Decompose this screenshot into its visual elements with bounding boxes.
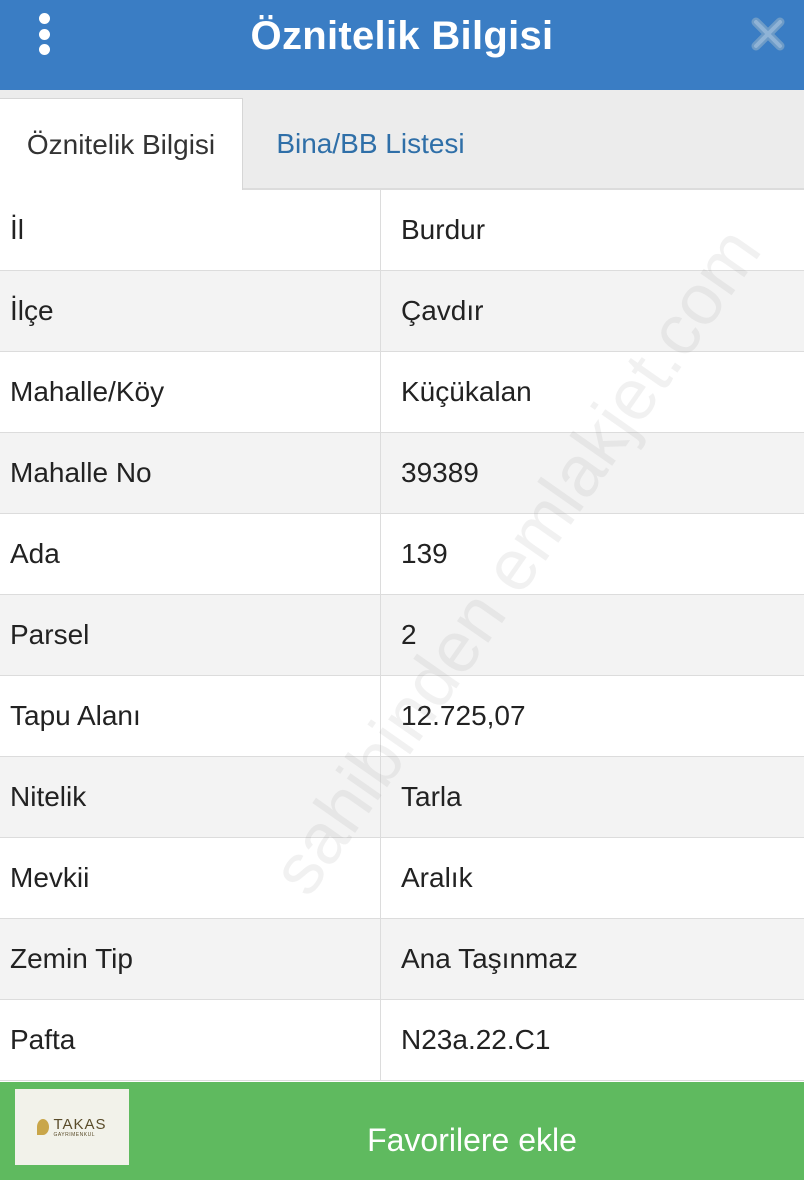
table-row: Nitelik Tarla xyxy=(0,757,804,838)
add-to-favorites-button[interactable]: Favorilere ekle xyxy=(130,1082,804,1180)
table-row: Ada 139 xyxy=(0,514,804,595)
attribute-value: Ana Taşınmaz xyxy=(401,943,578,974)
tab-oznitelik-bilgisi[interactable]: Öznitelik Bilgisi xyxy=(0,98,243,190)
attribute-value: 139 xyxy=(401,538,448,569)
table-row: Parsel 2 xyxy=(0,595,804,676)
attribute-key: Mahalle No xyxy=(0,433,381,513)
attribute-value: Aralık xyxy=(401,862,473,893)
attribute-value: Küçükalan xyxy=(401,376,532,407)
attribute-key: Pafta xyxy=(0,1000,381,1080)
table-row: Zemin Tip Ana Taşınmaz xyxy=(0,919,804,1000)
attribute-key: Parsel xyxy=(0,595,381,675)
tab-bar: Öznitelik Bilgisi Bina/BB Listesi xyxy=(0,90,804,190)
logo-sub-text: GAYRIMENKUL xyxy=(53,1131,95,1138)
table-row: Mevkii Aralık xyxy=(0,838,804,919)
attribute-value: 12.725,07 xyxy=(401,700,526,731)
table-row: Tapu Alanı 12.725,07 xyxy=(0,676,804,757)
attribute-value: 39389 xyxy=(401,457,479,488)
attribute-value: Burdur xyxy=(401,214,486,245)
footer-bar: TAKAS GAYRIMENKUL Favorilere ekle xyxy=(0,1082,804,1180)
logo-main-text: TAKAS xyxy=(53,1115,107,1133)
table-row: İl Burdur xyxy=(0,190,804,271)
close-icon[interactable] xyxy=(748,14,788,54)
leaf-icon xyxy=(37,1119,50,1135)
attribute-table: İl Burdur İlçe Çavdır Mahalle/Köy Küçüka… xyxy=(0,190,804,1081)
attribute-key: İlçe xyxy=(0,271,381,351)
tab-bina-bb-listesi[interactable]: Bina/BB Listesi xyxy=(243,98,498,190)
attribute-key: Zemin Tip xyxy=(0,919,381,999)
table-row: İlçe Çavdır xyxy=(0,271,804,352)
attribute-value: Çavdır xyxy=(401,295,484,326)
attribute-value: Tarla xyxy=(401,781,462,812)
favorites-label: Favorilere ekle xyxy=(367,1121,577,1158)
attribute-value: 2 xyxy=(401,619,417,650)
app-header: Öznitelik Bilgisi xyxy=(0,0,804,90)
table-row: Mahalle/Köy Küçükalan xyxy=(0,352,804,433)
attribute-key: İl xyxy=(0,190,381,270)
attribute-key: Mahalle/Köy xyxy=(0,352,381,432)
table-row: Pafta N23a.22.C1 xyxy=(0,1000,804,1081)
attribute-value: N23a.22.C1 xyxy=(401,1024,551,1055)
attribute-key: Ada xyxy=(0,514,381,594)
page-title: Öznitelik Bilgisi xyxy=(250,14,554,58)
attribute-key: Tapu Alanı xyxy=(0,676,381,756)
attribute-key: Mevkii xyxy=(0,838,381,918)
takas-logo: TAKAS GAYRIMENKUL xyxy=(15,1089,129,1165)
attribute-key: Nitelik xyxy=(0,757,381,837)
table-row: Mahalle No 39389 xyxy=(0,433,804,514)
